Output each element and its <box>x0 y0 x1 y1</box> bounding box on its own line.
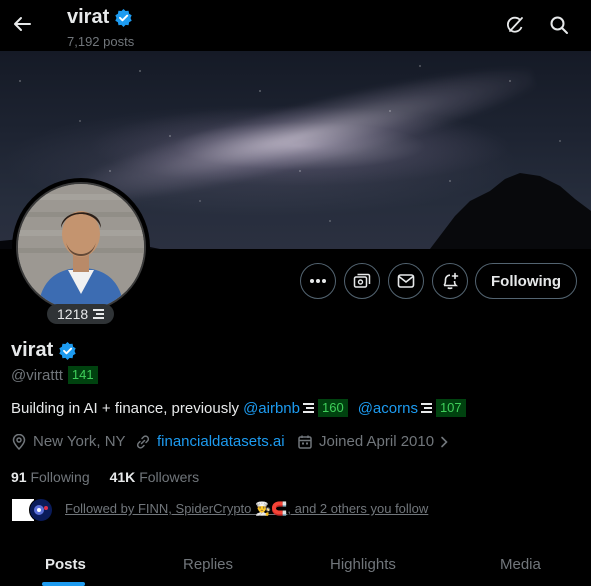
avatar-photo <box>18 184 144 310</box>
profile-avatar[interactable] <box>12 178 150 316</box>
followers-count: 41K <box>109 469 136 485</box>
ellipsis-icon <box>310 279 326 283</box>
follow-stats: 91 Following 41K Followers <box>11 469 199 485</box>
tab-posts[interactable]: Posts <box>45 556 86 573</box>
cards-icon <box>353 273 371 288</box>
grok-icon <box>507 16 523 33</box>
following-count: 91 <box>11 469 27 485</box>
followers-stat[interactable]: 41K Followers <box>110 469 199 485</box>
followed-by[interactable]: Followed by FINN, SpiderCrypto 👨‍🍳🧲, and… <box>11 498 429 522</box>
subscribe-button[interactable] <box>344 263 380 299</box>
tab-replies[interactable]: Replies <box>183 556 233 573</box>
avatar-score-value: 1218 <box>57 306 89 322</box>
back-button[interactable] <box>8 10 36 38</box>
location-text: New York, NY <box>33 433 126 450</box>
header-title: virat <box>67 6 133 29</box>
verified-badge-icon <box>115 8 132 27</box>
notifications-button[interactable] <box>432 263 468 299</box>
header-name: virat <box>67 6 110 28</box>
mention-score-badge: 160 <box>318 399 348 417</box>
followed-by-text: Followed by FINN, SpiderCrypto 👨‍🍳🧲, and… <box>65 501 429 516</box>
website[interactable]: financialdatasets.ai <box>135 433 285 450</box>
mention-acorns-link[interactable]: @acorns <box>358 400 418 417</box>
joined-date[interactable]: Joined April 2010 <box>297 433 448 450</box>
joined-text: Joined April 2010 <box>319 433 435 450</box>
bio: Building in AI + finance, previously @ai… <box>11 399 466 417</box>
profile-name: virat <box>11 339 77 362</box>
envelope-icon <box>397 274 415 288</box>
score-lines-icon <box>303 403 314 413</box>
chevron-right-icon <box>441 436 448 447</box>
tab-media[interactable]: Media <box>500 556 541 573</box>
search-button[interactable] <box>545 11 573 39</box>
mention-airbnb-link[interactable]: @airbnb <box>243 400 300 417</box>
handle-row: @virattt 141 <box>11 366 98 384</box>
following-label: Following <box>30 469 90 485</box>
verified-badge-icon <box>59 341 76 360</box>
bio-text: Building in AI + finance, previously <box>11 399 240 417</box>
following-button[interactable]: Following <box>475 263 577 299</box>
grok-button[interactable] <box>501 11 529 39</box>
score-lines-icon <box>420 403 432 413</box>
post-count: 7,192 posts <box>67 34 135 49</box>
score-lines-icon <box>93 309 105 319</box>
mention-score-badge: 107 <box>435 399 466 417</box>
arrow-left-icon <box>14 17 31 31</box>
handle: @virattt <box>11 366 63 384</box>
website-link[interactable]: financialdatasets.ai <box>157 433 285 450</box>
tab-highlights[interactable]: Highlights <box>330 556 396 573</box>
bell-plus-icon <box>443 272 459 290</box>
active-tab-indicator <box>42 582 85 586</box>
followed-by-avatars <box>11 498 59 522</box>
location: New York, NY <box>11 433 126 450</box>
follower-avatar <box>29 498 53 522</box>
display-name: virat <box>11 339 54 361</box>
following-stat[interactable]: 91 Following <box>11 469 90 485</box>
location-pin-icon <box>12 433 26 450</box>
avatar-score-badge: 1218 <box>47 304 115 324</box>
handle-score-badge: 141 <box>67 366 98 384</box>
link-icon <box>136 434 150 449</box>
message-button[interactable] <box>388 263 424 299</box>
more-button[interactable] <box>300 263 336 299</box>
followers-label: Followers <box>139 469 200 485</box>
search-icon <box>550 16 568 34</box>
calendar-icon <box>298 435 312 449</box>
